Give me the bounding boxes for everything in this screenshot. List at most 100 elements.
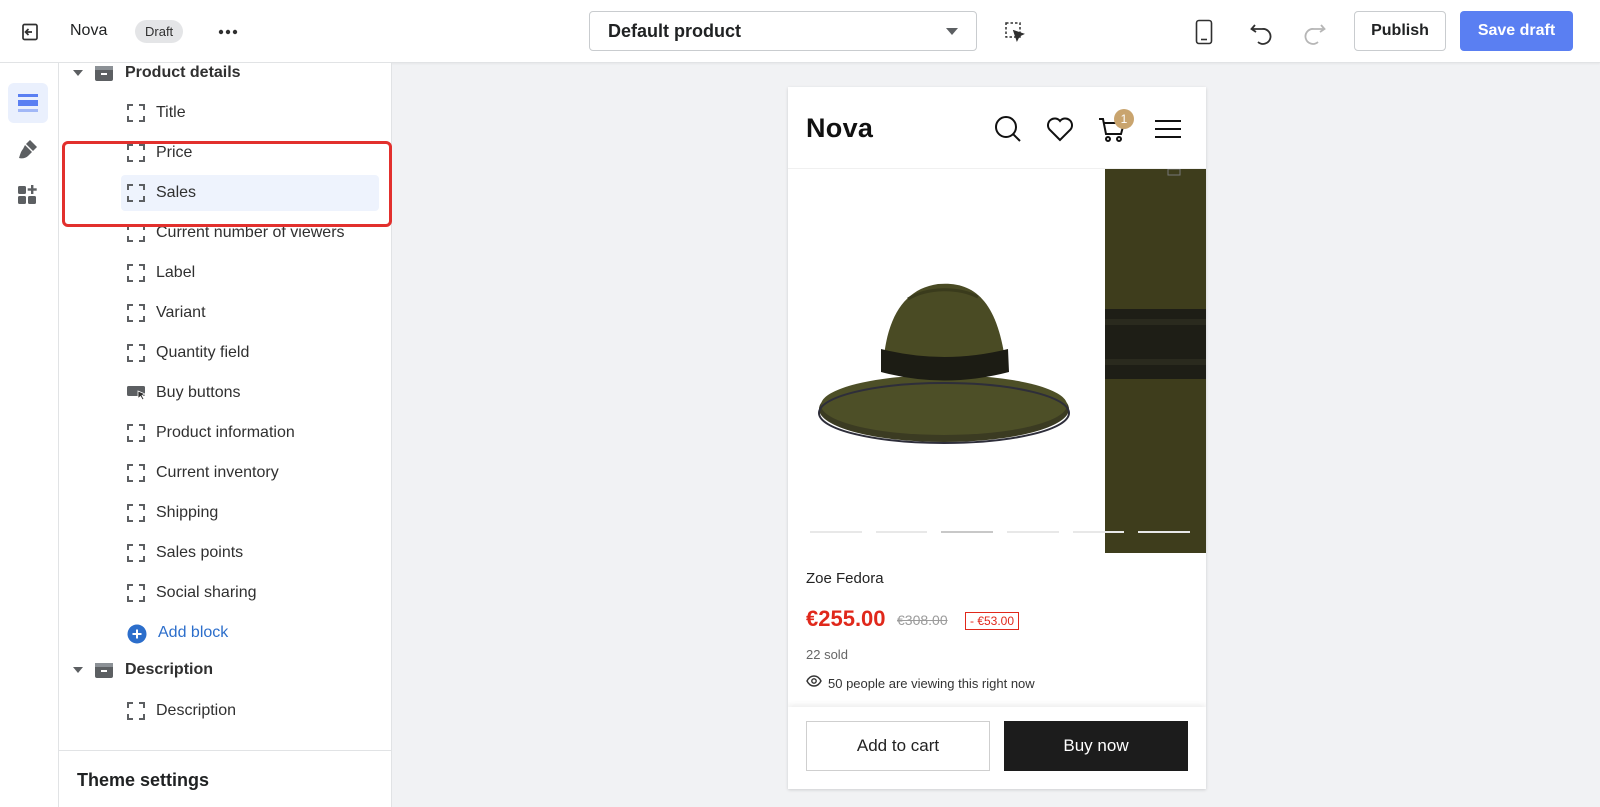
block-icon xyxy=(127,584,145,602)
block-item-buy-buttons[interactable]: Buy buttons xyxy=(121,375,391,411)
compare-at-price: €308.00 xyxy=(897,612,948,628)
gallery-dot[interactable] xyxy=(875,531,928,533)
block-label: Label xyxy=(156,264,196,281)
theme-settings-brush-icon[interactable] xyxy=(8,129,48,169)
block-item-title[interactable]: Title xyxy=(121,95,391,131)
caret-down-icon[interactable] xyxy=(73,70,83,76)
block-icon xyxy=(127,464,145,482)
block-label: Variant xyxy=(156,304,206,321)
add-block-button[interactable]: Add block xyxy=(121,615,391,651)
chevron-down-icon xyxy=(946,27,958,35)
gallery-dot[interactable] xyxy=(1072,531,1125,533)
search-icon[interactable] xyxy=(992,113,1024,145)
block-icon xyxy=(127,144,145,162)
block-label: Shipping xyxy=(156,504,219,521)
block-item-quantity-field[interactable]: Quantity field xyxy=(121,335,391,371)
menu-icon[interactable] xyxy=(1152,113,1184,145)
block-label: Product information xyxy=(156,424,295,441)
gallery-dot[interactable] xyxy=(1007,531,1059,533)
viewers-text: 50 people are viewing this right now xyxy=(828,675,1035,691)
buy-buttons-icon xyxy=(127,384,146,402)
block-item-variant[interactable]: Variant xyxy=(121,295,391,331)
top-bar: Nova Draft Default product Publish Save … xyxy=(0,0,1600,63)
block-icon xyxy=(127,264,145,282)
sections-icon[interactable] xyxy=(8,83,48,123)
add-to-cart-button[interactable]: Add to cart xyxy=(806,721,990,771)
section-title: Description xyxy=(125,661,214,678)
gallery-pagination xyxy=(810,531,1191,534)
save-draft-button[interactable]: Save draft xyxy=(1460,11,1573,51)
block-icon xyxy=(127,184,145,202)
buy-now-button[interactable]: Buy now xyxy=(1004,721,1188,771)
block-label: Buy buttons xyxy=(156,384,241,401)
block-label: Current inventory xyxy=(156,464,279,481)
gallery-dot[interactable] xyxy=(810,531,862,533)
section-icon xyxy=(94,63,114,83)
block-item-label[interactable]: Label xyxy=(121,255,391,291)
section-title: Product details xyxy=(125,64,241,81)
block-item-shipping[interactable]: Shipping xyxy=(121,495,391,531)
gallery-dot-active[interactable] xyxy=(941,531,994,533)
block-item-price[interactable]: Price xyxy=(121,135,391,171)
block-label: Quantity field xyxy=(156,344,250,361)
product-title: Zoe Fedora xyxy=(806,570,884,587)
storefront-preview: Nova 1 Zoe Fedora €255.00 €308.00 - €53.… xyxy=(788,87,1206,789)
block-label: Sales points xyxy=(156,544,244,561)
sections-sidebar: Product details Title Price Sales Curren… xyxy=(59,63,392,807)
redo-icon[interactable] xyxy=(1300,17,1330,47)
description-section[interactable]: Description xyxy=(59,652,391,688)
block-icon xyxy=(127,504,145,522)
divider xyxy=(59,750,391,751)
block-icon xyxy=(127,544,145,562)
block-item-sales-points[interactable]: Sales points xyxy=(121,535,391,571)
block-icon xyxy=(127,702,145,720)
theme-settings-link[interactable]: Theme settings xyxy=(77,770,209,791)
block-label: Description xyxy=(156,702,237,719)
block-item-description[interactable]: Description xyxy=(121,693,391,729)
apps-icon[interactable] xyxy=(8,175,48,215)
inspector-icon[interactable] xyxy=(1001,18,1029,46)
block-label: Price xyxy=(156,144,193,161)
status-badge: Draft xyxy=(135,20,184,43)
product-price: €255.00 xyxy=(806,606,886,631)
mobile-preview-icon[interactable] xyxy=(1190,17,1218,47)
block-icon xyxy=(127,104,145,122)
block-icon xyxy=(127,424,145,442)
cart-count-badge: 1 xyxy=(1114,109,1134,129)
add-block-label: Add block xyxy=(158,624,229,641)
eye-icon xyxy=(806,674,822,692)
caret-down-icon[interactable] xyxy=(73,667,83,673)
block-item-social-sharing[interactable]: Social sharing xyxy=(121,575,391,611)
store-header: Nova 1 xyxy=(788,87,1206,169)
section-icon xyxy=(94,660,114,680)
block-icon xyxy=(127,344,145,362)
add-circle-icon xyxy=(127,624,147,644)
block-item-sales[interactable]: Sales xyxy=(121,175,379,211)
block-label: Title xyxy=(156,104,186,121)
block-item-current-number-of-viewers[interactable]: Current number of viewers xyxy=(121,215,391,251)
gallery-dot[interactable] xyxy=(1138,531,1191,533)
product-image-fedora xyxy=(818,169,1206,553)
buy-buttons-bar: Add to cart Buy now xyxy=(788,707,1206,789)
sales-count: 22 sold xyxy=(806,647,848,662)
heart-icon[interactable] xyxy=(1044,113,1076,145)
block-label: Sales xyxy=(156,184,197,201)
store-logo[interactable]: Nova xyxy=(806,113,873,144)
block-item-product-information[interactable]: Product information xyxy=(121,415,391,451)
store-name: Nova xyxy=(70,22,108,39)
block-label: Current number of viewers xyxy=(156,224,345,241)
block-icon xyxy=(127,304,145,322)
undo-icon[interactable] xyxy=(1246,17,1276,47)
product-details-section[interactable]: Product details xyxy=(59,63,391,91)
template-select-value: Default product xyxy=(608,20,741,41)
more-actions-icon[interactable] xyxy=(212,18,244,46)
block-item-current-inventory[interactable]: Current inventory xyxy=(121,455,391,491)
discount-badge: - €53.00 xyxy=(965,612,1020,630)
publish-button[interactable]: Publish xyxy=(1354,11,1446,51)
icon-rail xyxy=(0,63,59,807)
template-select[interactable]: Default product xyxy=(589,11,977,51)
block-label: Social sharing xyxy=(156,584,257,601)
exit-icon[interactable] xyxy=(16,19,44,45)
viewers-count: 50 people are viewing this right now xyxy=(806,674,1035,692)
product-gallery[interactable] xyxy=(788,169,1206,553)
